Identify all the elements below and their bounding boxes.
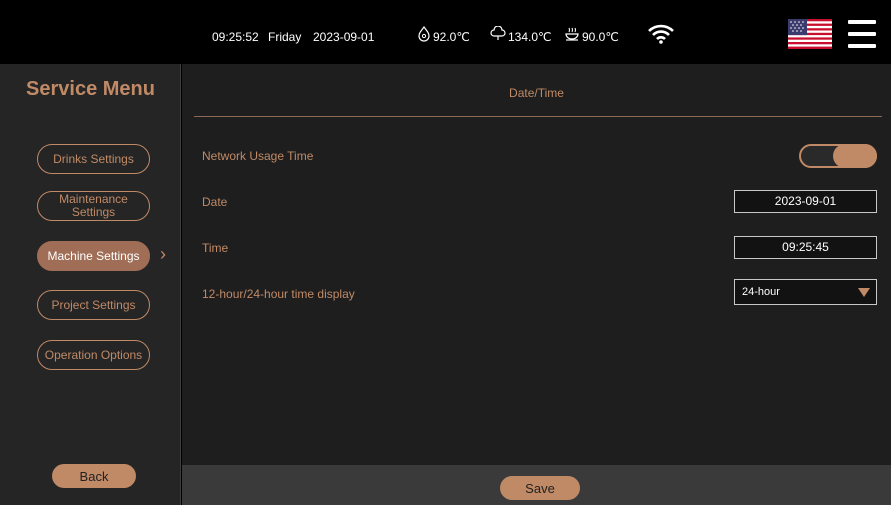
time-field[interactable]: 09:25:45: [734, 236, 877, 259]
sidebar-item-operation-options[interactable]: Operation Options: [37, 340, 150, 370]
toggle-knob: [833, 144, 877, 168]
clock-time: 09:25:52: [212, 30, 259, 44]
us-flag-icon[interactable]: [788, 19, 832, 49]
temperature-3: 90.0℃: [582, 30, 619, 44]
sidebar: Service Menu Drinks Settings Maintenance…: [0, 64, 181, 505]
time-format-value: 24-hour: [742, 286, 780, 298]
save-button[interactable]: Save: [500, 476, 580, 500]
temperature-1: 92.0℃: [433, 30, 470, 44]
sidebar-title: Service Menu: [26, 78, 155, 100]
date-field[interactable]: 2023-09-01: [734, 190, 877, 213]
title-divider: [194, 116, 882, 117]
temperature-2: 134.0℃: [508, 30, 552, 44]
time-format-label: 12-hour/24-hour time display: [202, 287, 355, 301]
sidebar-item-project-settings[interactable]: Project Settings: [37, 290, 150, 320]
back-button[interactable]: Back: [52, 464, 136, 488]
date-label: Date: [202, 195, 228, 209]
weekday: Friday: [268, 30, 302, 44]
page-title: Date/Time: [509, 86, 564, 100]
cup-temperature-icon: [565, 27, 579, 41]
sidebar-item-maintenance-settings[interactable]: Maintenance Settings: [37, 191, 150, 221]
time-label: Time: [202, 241, 229, 255]
steam-temperature-icon: [490, 26, 506, 40]
hamburger-menu-icon[interactable]: [848, 20, 876, 50]
network-usage-toggle[interactable]: [799, 144, 877, 168]
sidebar-item-machine-settings[interactable]: Machine Settings: [37, 241, 150, 271]
caret-down-icon: [858, 288, 870, 297]
network-usage-label: Network Usage Time: [202, 149, 314, 163]
chevron-right-icon: ›: [160, 244, 166, 264]
status-date: 2023-09-01: [313, 30, 375, 44]
drop-temperature-icon: [418, 26, 430, 42]
sidebar-item-drinks-settings[interactable]: Drinks Settings: [37, 144, 150, 174]
footer-bar: Save: [182, 465, 891, 505]
time-format-select[interactable]: 24-hour: [734, 279, 877, 305]
main-panel: Date/Time Network Usage Time Date 2023-0…: [182, 64, 891, 465]
wifi-icon[interactable]: [648, 24, 674, 44]
status-bar: 09:25:52 Friday 2023-09-01 92.0℃ 134.0℃ …: [0, 0, 891, 64]
